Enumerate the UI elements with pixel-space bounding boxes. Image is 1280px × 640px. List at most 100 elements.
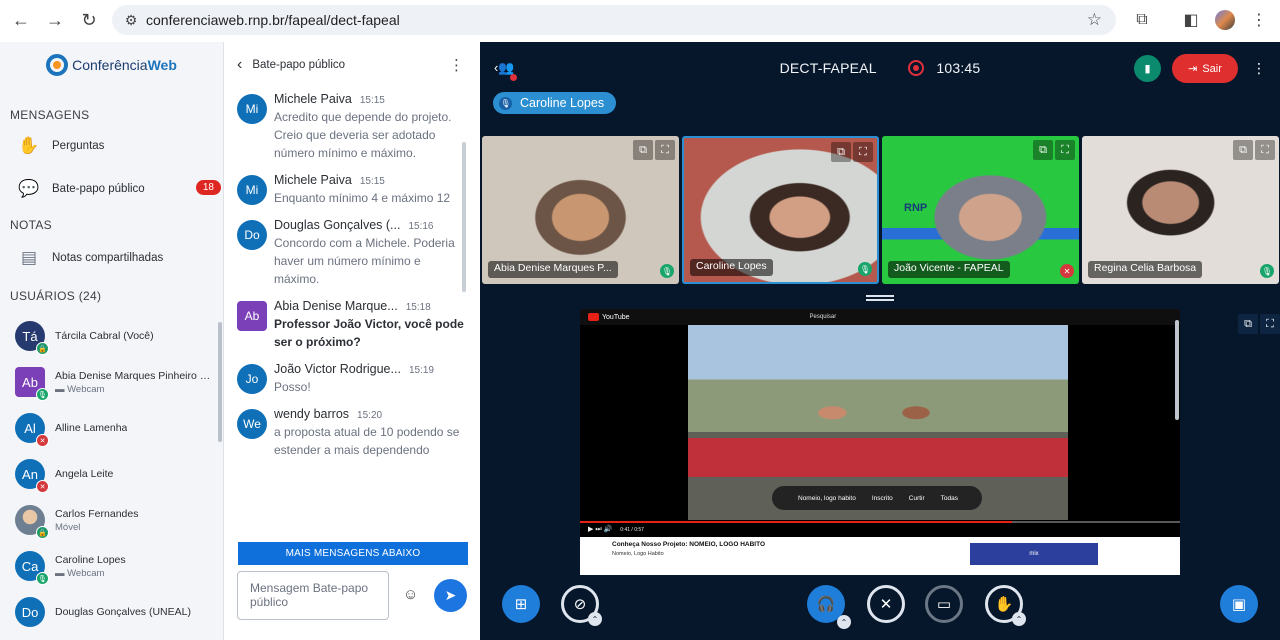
avatar: Ab 🎙 (15, 367, 49, 401)
user-row[interactable]: Ca 🎙 Caroline Lopes ▬ Webcam (0, 543, 223, 589)
url-text[interactable]: conferenciaweb.rnp.br/fapeal/dect-fapeal (146, 12, 400, 28)
sidebar-item-public-chat[interactable]: 💬 Bate-papo público 18 (0, 167, 223, 210)
related-thumbnail: mix (970, 543, 1098, 565)
youtube-video: Nomeio, logo habito Inscrito Curtir Toda… (580, 325, 1180, 537)
send-button[interactable]: ➤ (434, 579, 467, 612)
users-section-title: USUÁRIOS (24) (0, 279, 223, 313)
message-text: Professor João Victor, você pode ser o p… (274, 317, 464, 349)
screenshare-view[interactable]: YouTube Pesquisar Nomeio, logo habito In… (580, 309, 1180, 575)
actions-button[interactable]: ⊞ (502, 585, 540, 623)
video-tile[interactable]: ⧉ ⛶ Caroline Lopes 🎙 (682, 136, 879, 284)
chevron-up-icon[interactable]: ⌃ (588, 612, 602, 626)
unread-count-badge: 18 (195, 180, 221, 195)
sender-name: Abia Denise Marque... (274, 299, 398, 313)
address-bar[interactable]: ⚙ conferenciaweb.rnp.br/fapeal/dect-fape… (112, 5, 1116, 35)
participant-name[interactable]: Abia Denise Marques P... (488, 261, 618, 278)
video-tile[interactable]: ⧉ ⛶ Regina Celia Barbosa 🎙 (1082, 136, 1279, 284)
avatar: Do (237, 220, 267, 250)
forward-icon[interactable]: → (38, 0, 72, 40)
more-options-icon[interactable]: ⋮ (1252, 60, 1266, 77)
sidebar-item-questions[interactable]: ✋ Perguntas (0, 124, 223, 167)
chat-title: Bate-papo público (252, 59, 346, 71)
user-row[interactable]: Tá 🔒 Tárcila Cabral (Você) (0, 313, 223, 359)
bookmark-star-icon[interactable]: ☆ (1087, 10, 1102, 30)
camera-button[interactable]: ✕ (867, 585, 905, 623)
layout-button[interactable]: ▣ (1220, 585, 1258, 623)
microphone-icon: 🎙 (1260, 264, 1274, 278)
chevron-up-icon[interactable]: ⌃ (1012, 612, 1026, 626)
popout-icon[interactable]: ⧉ (1033, 140, 1053, 160)
user-row[interactable]: Ab🎙 Abia Denise Marques Pinheiro de Oliv… (0, 359, 223, 405)
connection-status-icon[interactable]: ▮ (1134, 55, 1161, 82)
participant-name[interactable]: Regina Celia Barbosa (1088, 261, 1203, 278)
hand-icon: ✋ (18, 135, 40, 155)
chevron-up-icon[interactable]: ⌃ (837, 615, 851, 629)
message-text: Concordo com a Michele. Poderia haver um… (274, 236, 455, 286)
public-chat-panel: ‹ Bate-papo público ⋮ Mi Michele Paiva 15… (225, 42, 480, 640)
user-row[interactable]: 🔒 Carlos Fernandes Móvel (0, 497, 223, 543)
notes-icon: ▤ (20, 247, 38, 267)
message-time: 15:20 (357, 410, 383, 421)
sidebar-item-shared-notes[interactable]: ▤ Notas compartilhadas (0, 236, 223, 279)
chat-bubble-icon: 💬 (18, 178, 40, 198)
chevron-left-icon[interactable]: ‹ (237, 56, 242, 74)
reload-icon[interactable]: ↻ (72, 0, 106, 40)
resize-handle[interactable] (866, 295, 894, 301)
participant-name[interactable]: João Vicente - FAPEAL (888, 261, 1010, 278)
leave-button[interactable]: ⇥ Sair (1172, 54, 1238, 83)
popout-icon[interactable]: ⧉ (1238, 314, 1258, 334)
recording-icon[interactable] (908, 60, 925, 76)
popout-icon[interactable]: ⧉ (831, 142, 851, 162)
more-messages-button[interactable]: MAIS MENSAGENS ABAIXO (238, 542, 468, 565)
present-button[interactable]: ▭ (925, 585, 963, 623)
microphone-icon: 🎙 (36, 388, 49, 401)
user-name: Douglas Gonçalves (UNEAL) (55, 606, 191, 618)
fullscreen-icon[interactable]: ⛶ (655, 140, 675, 160)
chat-scrollbar[interactable] (462, 142, 466, 292)
back-icon[interactable]: ← (4, 0, 38, 40)
conferenciaweb-logo: ConferênciaWeb (0, 42, 223, 88)
questions-label: Perguntas (52, 139, 105, 152)
participant-name[interactable]: Caroline Lopes (690, 259, 773, 276)
fullscreen-icon[interactable]: ⛶ (1255, 140, 1275, 160)
rnp-logo: RNP (904, 202, 928, 214)
side-panel-icon[interactable]: ◧ (1176, 0, 1206, 40)
popup-subscribed: Inscrito (871, 494, 893, 502)
user-row[interactable]: Al ✕ Alline Lamenha (0, 405, 223, 451)
site-settings-icon[interactable]: ⚙ (116, 12, 146, 29)
talking-name: Caroline Lopes (520, 96, 605, 110)
video-tile[interactable]: RNP ⧉ ⛶ João Vicente - FAPEAL ✕ (882, 136, 1079, 284)
avatar: Jo (237, 364, 267, 394)
avatar: An ✕ (15, 459, 49, 493)
message-time: 15:16 (408, 221, 434, 232)
avatar: 🔒 (15, 505, 49, 539)
chat-message-input[interactable]: Mensagem Bate-papo público (237, 571, 389, 620)
share-screen-button[interactable]: ⊘ ⌃ (561, 585, 602, 626)
popup-like: Curtir (908, 494, 925, 502)
audio-button[interactable]: 🎧 ⌃ (807, 585, 851, 629)
fullscreen-icon[interactable]: ⛶ (1055, 140, 1075, 160)
popout-icon[interactable]: ⧉ (1233, 140, 1253, 160)
fullscreen-icon[interactable]: ⛶ (1260, 314, 1280, 334)
more-options-icon[interactable]: ⋮ (449, 56, 464, 74)
microphone-icon: 🎙 (858, 262, 872, 276)
browser-menu-icon[interactable]: ⋮ (1244, 0, 1274, 40)
raise-hand-button[interactable]: ✋ ⌃ (985, 585, 1026, 626)
microphone-icon: 🎙 (660, 264, 674, 278)
user-list-sidebar: ConferênciaWeb MENSAGENS ✋ Perguntas 💬 B… (0, 42, 224, 640)
profile-avatar[interactable] (1210, 0, 1240, 40)
extensions-icon[interactable]: ⧉ (1127, 0, 1157, 40)
sidebar-scrollbar[interactable] (218, 322, 222, 442)
fullscreen-icon[interactable]: ⛶ (853, 142, 873, 162)
emoji-icon[interactable]: ☺ (403, 586, 418, 603)
video-tile[interactable]: ⧉ ⛶ Abia Denise Marques P... 🎙 (482, 136, 679, 284)
user-name: Carlos Fernandes (55, 507, 139, 520)
user-row[interactable]: An ✕ Angela Leite (0, 451, 223, 497)
user-row[interactable]: Do Douglas Gonçalves (UNEAL) (0, 589, 223, 635)
send-icon: ➤ (444, 587, 457, 603)
profile-picture (1215, 10, 1235, 30)
talking-indicator[interactable]: 🎙 Caroline Lopes (493, 92, 617, 114)
user-name: Angela Leite (55, 468, 114, 480)
sender-name: Douglas Gonçalves (... (274, 218, 401, 232)
popout-icon[interactable]: ⧉ (633, 140, 653, 160)
